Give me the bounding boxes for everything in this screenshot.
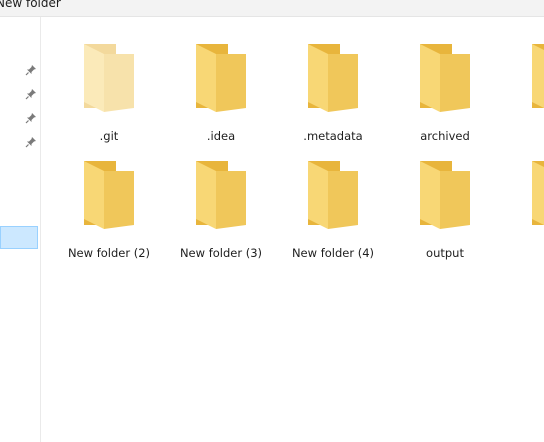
folder-label: New folder (2) <box>67 246 151 260</box>
folder-label: output <box>426 246 464 260</box>
folder-icon <box>196 44 246 112</box>
folder-icon <box>420 161 470 229</box>
folder-icon <box>308 161 358 229</box>
folder-item[interactable]: archived <box>395 40 495 152</box>
file-explorer-window: New folder .git .idea .metadata archived… <box>0 0 544 442</box>
folder-label: .metadata <box>303 129 363 143</box>
folder-item[interactable]: New folder (2) <box>59 157 159 269</box>
folder-label: archived <box>420 129 470 143</box>
folder-icon <box>84 44 134 112</box>
pin-icon[interactable] <box>25 64 37 76</box>
folder-icon <box>532 44 544 108</box>
window-title: New folder <box>0 0 61 10</box>
pin-icon[interactable] <box>25 112 37 124</box>
folder-item[interactable]: re <box>507 40 544 152</box>
folder-item[interactable]: re <box>507 157 544 269</box>
folder-view[interactable]: .git .idea .metadata archived New folder… <box>41 17 544 442</box>
pin-icon[interactable] <box>25 88 37 100</box>
folder-label: New folder (4) <box>291 246 375 260</box>
pin-icon[interactable] <box>25 136 37 148</box>
nav-selected-item[interactable] <box>0 226 38 249</box>
folder-item[interactable]: .metadata <box>283 40 383 152</box>
folder-item[interactable]: New folder (3) <box>171 157 271 269</box>
folder-label: re <box>507 246 544 260</box>
navigation-pane[interactable] <box>0 17 41 442</box>
folder-item[interactable]: output <box>395 157 495 269</box>
folder-icon <box>308 44 358 112</box>
folder-item[interactable]: .git <box>59 40 159 152</box>
folder-label: .git <box>99 129 119 143</box>
folder-item[interactable]: New folder (4) <box>283 157 383 269</box>
folder-icon <box>84 161 134 229</box>
title-bar: New folder <box>0 0 544 17</box>
folder-icon <box>196 161 246 229</box>
folder-label: .idea <box>206 129 236 143</box>
folder-label: re <box>507 129 544 143</box>
folder-icon <box>420 44 470 112</box>
folder-label: New folder (3) <box>179 246 263 260</box>
folder-item[interactable]: .idea <box>171 40 271 152</box>
folder-icon <box>532 161 544 225</box>
